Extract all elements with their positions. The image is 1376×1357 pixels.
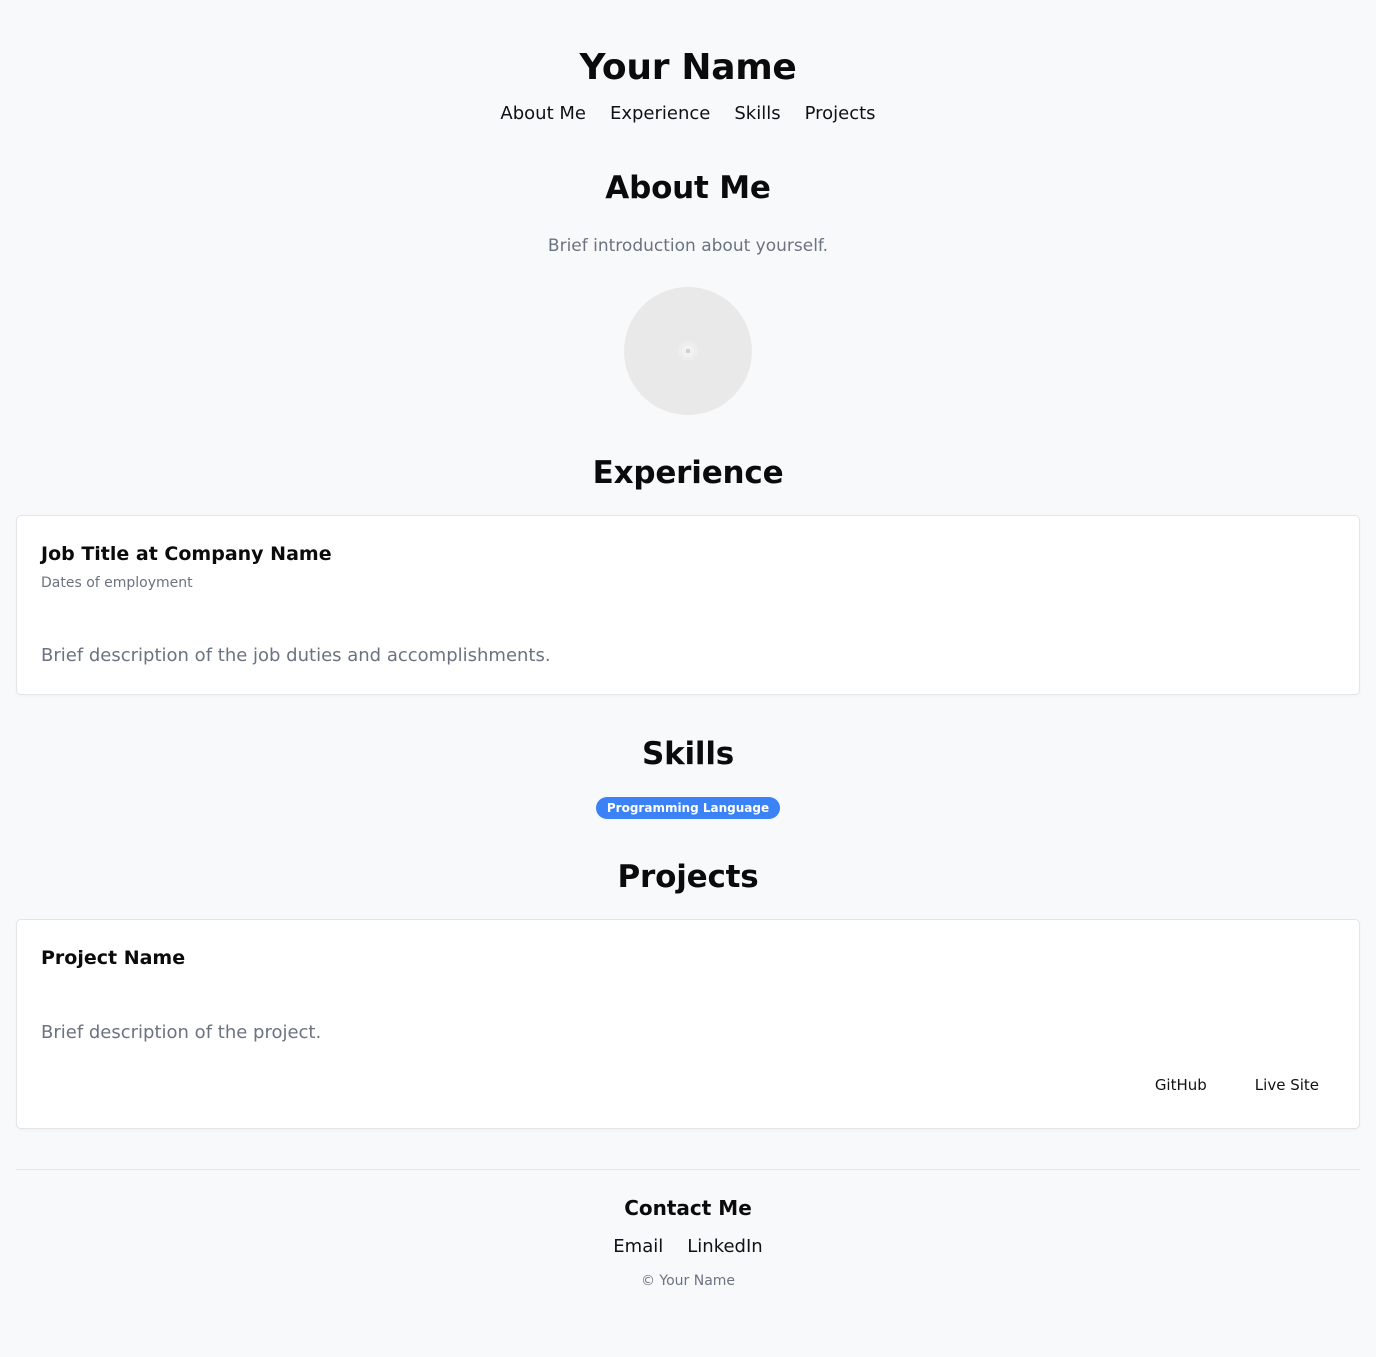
job-dates: Dates of employment <box>41 575 193 591</box>
site-footer: Contact Me Email LinkedIn © Your Name <box>16 1169 1360 1291</box>
linkedin-link[interactable]: LinkedIn <box>687 1235 762 1259</box>
email-link[interactable]: Email <box>613 1235 663 1259</box>
skills-section: Skills Programming Language <box>0 735 1376 819</box>
nav-link-experience[interactable]: Experience <box>610 102 710 126</box>
project-links: GitHub Live Site <box>1155 1075 1319 1095</box>
main-nav: About Me Experience Skills Projects <box>0 102 1376 126</box>
copyright-text: © Your Name <box>640 1273 736 1289</box>
github-link[interactable]: GitHub <box>1155 1075 1207 1095</box>
project-description: Brief description of the project. <box>41 1022 322 1043</box>
project-name: Project Name <box>41 947 186 969</box>
site-header: Your Name About Me Experience Skills Pro… <box>0 0 1376 126</box>
skill-badge: Programming Language <box>595 797 781 819</box>
about-intro: Brief introduction about yourself. <box>547 236 829 256</box>
contact-links: Email LinkedIn <box>16 1235 1360 1259</box>
experience-card: Job Title at Company Name Dates of emplo… <box>16 515 1360 695</box>
about-heading: About Me <box>605 170 771 206</box>
job-title: Job Title at Company Name <box>41 543 332 565</box>
job-description: Brief description of the job duties and … <box>41 645 551 666</box>
contact-heading: Contact Me <box>624 1196 752 1220</box>
projects-heading: Projects <box>617 859 759 895</box>
skills-badges: Programming Language <box>0 797 1376 819</box>
avatar <box>624 287 752 415</box>
experience-heading: Experience <box>592 455 784 491</box>
live-site-link[interactable]: Live Site <box>1255 1075 1319 1095</box>
about-section: About Me Brief introduction about yourse… <box>0 169 1376 415</box>
experience-section: Experience Job Title at Company Name Dat… <box>0 454 1376 695</box>
site-title: Your Name <box>579 47 797 88</box>
nav-link-about-me[interactable]: About Me <box>500 102 586 126</box>
image-placeholder-icon <box>682 345 694 357</box>
nav-link-projects[interactable]: Projects <box>805 102 876 126</box>
projects-section: Projects Project Name Brief description … <box>0 858 1376 1129</box>
project-card: Project Name Brief description of the pr… <box>16 919 1360 1129</box>
nav-link-skills[interactable]: Skills <box>734 102 780 126</box>
skills-heading: Skills <box>641 736 735 772</box>
